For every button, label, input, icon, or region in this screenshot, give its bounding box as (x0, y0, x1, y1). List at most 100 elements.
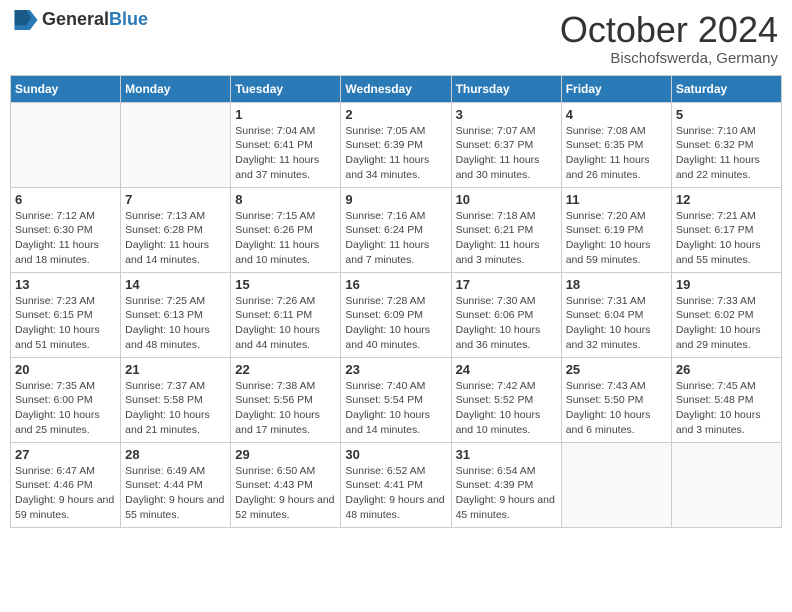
day-header-monday: Monday (121, 75, 231, 102)
calendar-cell: 3 Sunrise: 7:07 AMSunset: 6:37 PMDaylight… (451, 102, 561, 187)
week-row-4: 20Sunrise: 7:35 AMSunset: 6:00 PMDayligh… (11, 357, 782, 442)
logo-blue: Blue (109, 9, 148, 29)
calendar-cell: 31Sunrise: 6:54 AMSunset: 4:39 PMDayligh… (451, 442, 561, 527)
day-info: Sunrise: 7:42 AMSunset: 5:52 PMDaylight:… (456, 379, 557, 438)
day-info: Sunrise: 7:40 AMSunset: 5:54 PMDaylight:… (345, 379, 446, 438)
day-info: Sunrise: 6:50 AMSunset: 4:43 PMDaylight:… (235, 464, 336, 523)
calendar-cell: 19 Sunrise: 7:33 AMSunset: 6:02 PMDayligh… (671, 272, 781, 357)
day-info: Sunrise: 7:13 AMSunset: 6:28 PMDaylight:… (125, 209, 226, 268)
day-info: Sunrise: 7:43 AMSunset: 5:50 PMDaylight:… (566, 379, 667, 438)
logo-general: General (42, 9, 109, 29)
calendar-cell: 13 Sunrise: 7:23 AMSunset: 6:15 PMDayligh… (11, 272, 121, 357)
calendar-cell: 16Sunrise: 7:28 AMSunset: 6:09 PMDayligh… (341, 272, 451, 357)
logo-icon (14, 10, 38, 30)
day-info: Sunrise: 7:30 AMSunset: 6:06 PMDaylight:… (456, 294, 557, 353)
day-header-sunday: Sunday (11, 75, 121, 102)
calendar-cell: 12Sunrise: 7:21 AMSunset: 6:17 PMDayligh… (671, 187, 781, 272)
day-info: Sunrise: 7:33 AMSunset: 6:02 PMDaylight:… (676, 294, 777, 353)
calendar-cell: 20Sunrise: 7:35 AMSunset: 6:00 PMDayligh… (11, 357, 121, 442)
day-number: 15 (235, 277, 336, 292)
day-info: Sunrise: 7:15 AMSunset: 6:26 PMDaylight:… (235, 209, 336, 268)
logo-text: GeneralBlue (42, 10, 148, 30)
day-info: Sunrise: 7:10 AMSunset: 6:32 PMDaylight:… (676, 124, 777, 183)
calendar-table: SundayMondayTuesdayWednesdayThursdayFrid… (10, 75, 782, 528)
day-info: Sunrise: 7:05 AMSunset: 6:39 PMDaylight:… (345, 124, 446, 183)
calendar-cell: 4 Sunrise: 7:08 AMSunset: 6:35 PMDaylight… (561, 102, 671, 187)
calendar-cell (121, 102, 231, 187)
day-number: 8 (235, 192, 336, 207)
day-number: 28 (125, 447, 226, 462)
month-title: October 2024 (560, 10, 778, 50)
week-row-5: 27Sunrise: 6:47 AMSunset: 4:46 PMDayligh… (11, 442, 782, 527)
day-number: 19 (676, 277, 777, 292)
day-info: Sunrise: 7:18 AMSunset: 6:21 PMDaylight:… (456, 209, 557, 268)
day-number: 11 (566, 192, 667, 207)
calendar-cell: 9 Sunrise: 7:16 AMSunset: 6:24 PMDaylight… (341, 187, 451, 272)
day-header-thursday: Thursday (451, 75, 561, 102)
day-number: 9 (345, 192, 446, 207)
day-number: 24 (456, 362, 557, 377)
day-number: 17 (456, 277, 557, 292)
calendar-cell: 24 Sunrise: 7:42 AMSunset: 5:52 PMDayligh… (451, 357, 561, 442)
day-info: Sunrise: 7:26 AMSunset: 6:11 PMDaylight:… (235, 294, 336, 353)
day-number: 1 (235, 107, 336, 122)
calendar-cell: 25 Sunrise: 7:43 AMSunset: 5:50 PMDayligh… (561, 357, 671, 442)
day-number: 13 (15, 277, 116, 292)
day-number: 25 (566, 362, 667, 377)
location: Bischofswerda, Germany (560, 50, 778, 67)
calendar-cell: 14 Sunrise: 7:25 AMSunset: 6:13 PMDayligh… (121, 272, 231, 357)
day-info: Sunrise: 7:16 AMSunset: 6:24 PMDaylight:… (345, 209, 446, 268)
day-info: Sunrise: 7:20 AMSunset: 6:19 PMDaylight:… (566, 209, 667, 268)
day-info: Sunrise: 7:07 AMSunset: 6:37 PMDaylight:… (456, 124, 557, 183)
day-number: 26 (676, 362, 777, 377)
calendar-cell: 2Sunrise: 7:05 AMSunset: 6:39 PMDaylight… (341, 102, 451, 187)
calendar-cell (11, 102, 121, 187)
page-header: GeneralBlue October 2024 Bischofswerda, … (10, 10, 782, 67)
day-number: 6 (15, 192, 116, 207)
week-row-1: 1Sunrise: 7:04 AMSunset: 6:41 PMDaylight… (11, 102, 782, 187)
day-info: Sunrise: 7:12 AMSunset: 6:30 PMDaylight:… (15, 209, 116, 268)
calendar-cell: 22 Sunrise: 7:38 AMSunset: 5:56 PMDayligh… (231, 357, 341, 442)
day-header-wednesday: Wednesday (341, 75, 451, 102)
calendar-cell: 28 Sunrise: 6:49 AMSunset: 4:44 PMDayligh… (121, 442, 231, 527)
day-number: 23 (345, 362, 446, 377)
calendar-cell: 8 Sunrise: 7:15 AMSunset: 6:26 PMDaylight… (231, 187, 341, 272)
day-number: 30 (345, 447, 446, 462)
calendar-cell (671, 442, 781, 527)
calendar-cell (561, 442, 671, 527)
day-info: Sunrise: 7:25 AMSunset: 6:13 PMDaylight:… (125, 294, 226, 353)
day-header-friday: Friday (561, 75, 671, 102)
day-number: 27 (15, 447, 116, 462)
day-info: Sunrise: 7:35 AMSunset: 6:00 PMDaylight:… (15, 379, 116, 438)
day-number: 22 (235, 362, 336, 377)
day-info: Sunrise: 7:08 AMSunset: 6:35 PMDaylight:… (566, 124, 667, 183)
calendar-cell: 7Sunrise: 7:13 AMSunset: 6:28 PMDaylight… (121, 187, 231, 272)
week-row-2: 6 Sunrise: 7:12 AMSunset: 6:30 PMDaylight… (11, 187, 782, 272)
week-row-3: 13 Sunrise: 7:23 AMSunset: 6:15 PMDayligh… (11, 272, 782, 357)
day-number: 4 (566, 107, 667, 122)
calendar-header-row: SundayMondayTuesdayWednesdayThursdayFrid… (11, 75, 782, 102)
day-number: 12 (676, 192, 777, 207)
day-header-saturday: Saturday (671, 75, 781, 102)
day-number: 14 (125, 277, 226, 292)
day-info: Sunrise: 7:37 AMSunset: 5:58 PMDaylight:… (125, 379, 226, 438)
calendar-cell: 30 Sunrise: 6:52 AMSunset: 4:41 PMDayligh… (341, 442, 451, 527)
title-area: October 2024 Bischofswerda, Germany (560, 10, 778, 67)
calendar-cell: 29 Sunrise: 6:50 AMSunset: 4:43 PMDayligh… (231, 442, 341, 527)
day-info: Sunrise: 7:38 AMSunset: 5:56 PMDaylight:… (235, 379, 336, 438)
day-info: Sunrise: 6:52 AMSunset: 4:41 PMDaylight:… (345, 464, 446, 523)
calendar-cell: 23 Sunrise: 7:40 AMSunset: 5:54 PMDayligh… (341, 357, 451, 442)
day-number: 3 (456, 107, 557, 122)
day-info: Sunrise: 6:49 AMSunset: 4:44 PMDaylight:… (125, 464, 226, 523)
day-number: 16 (345, 277, 446, 292)
calendar-cell: 11 Sunrise: 7:20 AMSunset: 6:19 PMDayligh… (561, 187, 671, 272)
day-number: 29 (235, 447, 336, 462)
day-info: Sunrise: 7:23 AMSunset: 6:15 PMDaylight:… (15, 294, 116, 353)
logo: GeneralBlue (14, 10, 148, 30)
calendar-cell: 27Sunrise: 6:47 AMSunset: 4:46 PMDayligh… (11, 442, 121, 527)
day-info: Sunrise: 7:31 AMSunset: 6:04 PMDaylight:… (566, 294, 667, 353)
calendar-cell: 21 Sunrise: 7:37 AMSunset: 5:58 PMDayligh… (121, 357, 231, 442)
day-number: 21 (125, 362, 226, 377)
calendar-cell: 1Sunrise: 7:04 AMSunset: 6:41 PMDaylight… (231, 102, 341, 187)
day-number: 5 (676, 107, 777, 122)
